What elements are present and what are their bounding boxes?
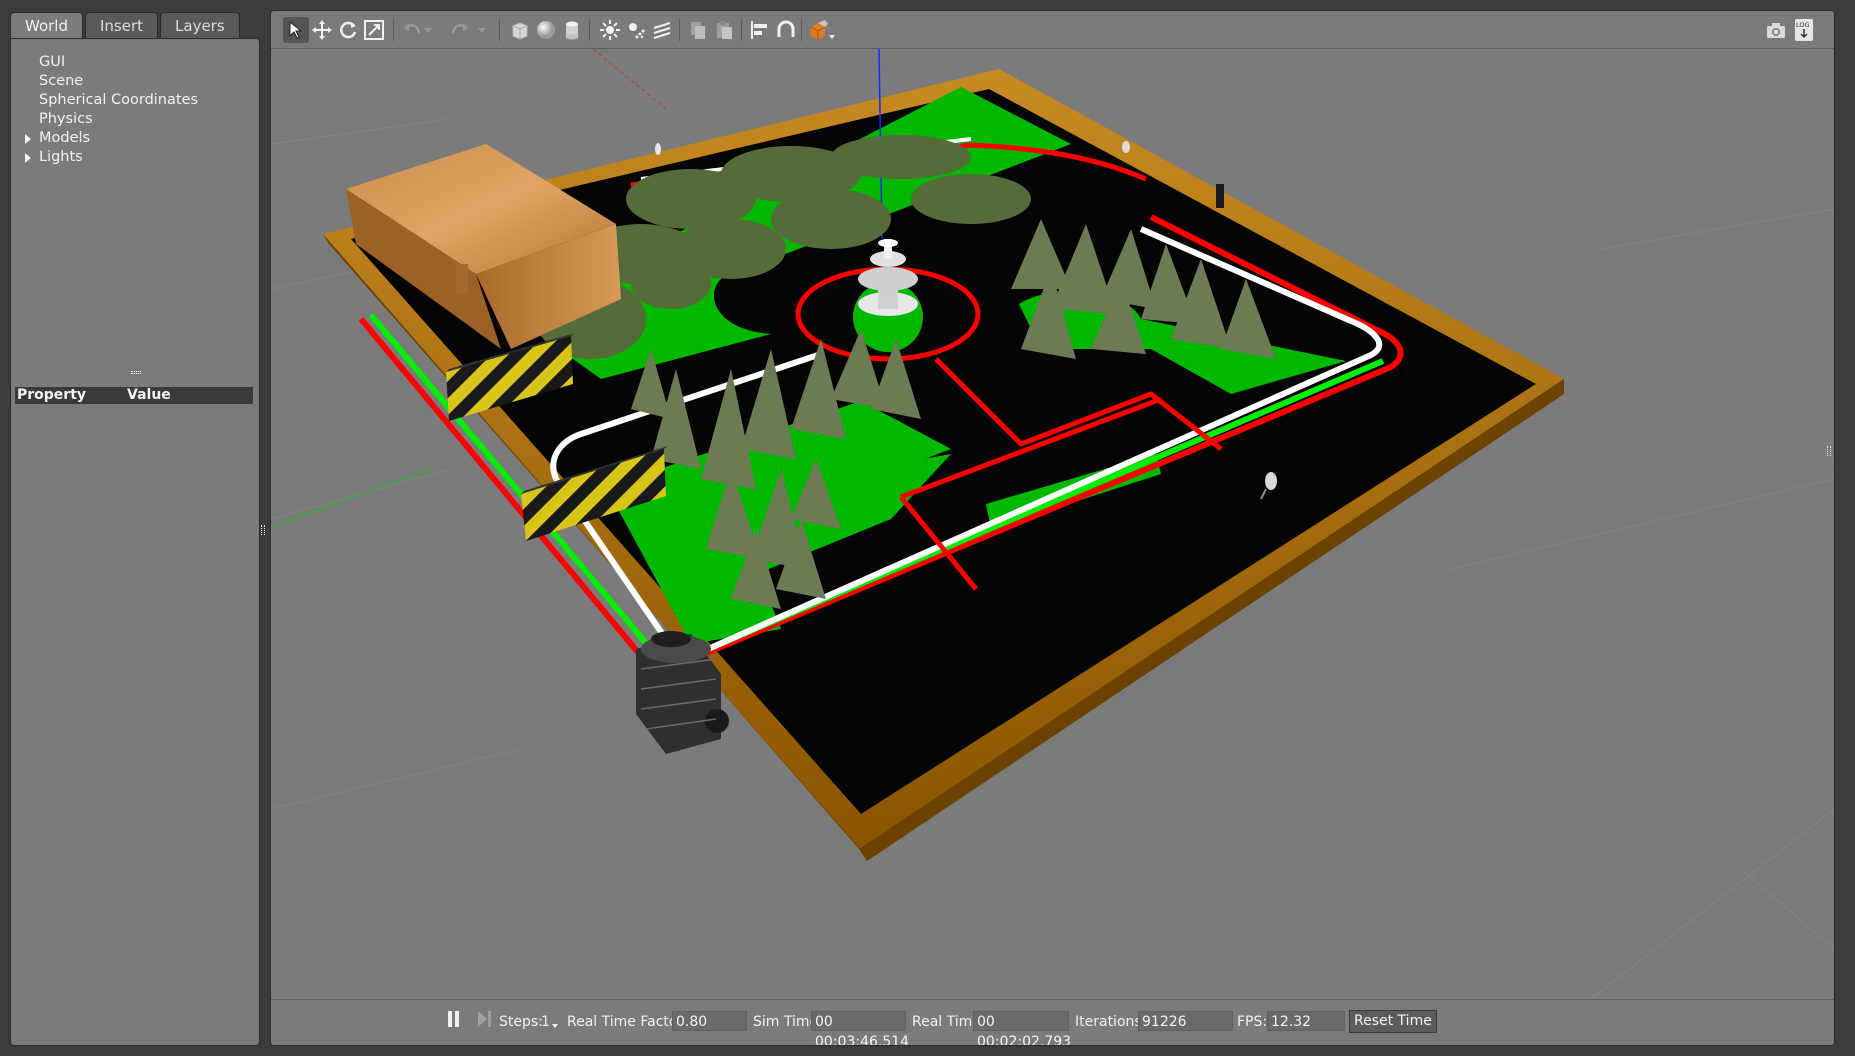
toolbar-separator bbox=[393, 19, 394, 41]
iterations-field: 91226 bbox=[1138, 1011, 1233, 1031]
tree-item-gui[interactable]: GUI bbox=[25, 53, 198, 72]
traffic-light-prop bbox=[1216, 184, 1224, 208]
cylinder-icon[interactable] bbox=[559, 17, 585, 43]
fps-label: FPS: bbox=[1237, 1014, 1268, 1030]
panel-splitter-handle[interactable] bbox=[131, 371, 141, 374]
tree-item-label: Physics bbox=[39, 111, 93, 127]
translate-icon[interactable] bbox=[309, 17, 335, 43]
toolbar-separator bbox=[741, 19, 742, 41]
expand-arrow-icon[interactable] bbox=[25, 134, 31, 144]
tab-layers[interactable]: Layers bbox=[160, 12, 240, 40]
steps-label: Steps: bbox=[499, 1014, 543, 1030]
box-icon[interactable] bbox=[507, 17, 533, 43]
steps-spinner-icon[interactable] bbox=[551, 1012, 559, 1032]
step-icon[interactable] bbox=[477, 1010, 493, 1030]
reset-time-button[interactable]: Reset Time bbox=[1349, 1010, 1437, 1033]
toolbar-separator bbox=[679, 19, 680, 41]
fps-field: 12.32 bbox=[1267, 1011, 1345, 1031]
bottom-bar: Steps: 1 Real Time Factor: 0.80 Sim Time… bbox=[271, 999, 1834, 1045]
left-panel: World Insert Layers GUI Scene Spherical … bbox=[10, 8, 265, 1046]
y-axis-line bbox=[592, 48, 667, 110]
directional-light-icon[interactable] bbox=[649, 17, 675, 43]
right-panel-collapse-handle[interactable] bbox=[1827, 446, 1831, 456]
left-panel-collapse-handle[interactable] bbox=[261, 525, 265, 535]
undo-history-icon[interactable] bbox=[421, 17, 435, 43]
expand-arrow-icon[interactable] bbox=[25, 153, 31, 163]
select-arrow-icon[interactable] bbox=[283, 17, 309, 43]
x-axis-line bbox=[271, 468, 432, 528]
real-time-field: 00 00:02:02.793 bbox=[973, 1011, 1071, 1045]
real-time-factor-label: Real Time Factor: bbox=[567, 1014, 688, 1030]
property-column-header: Property bbox=[17, 387, 87, 403]
steps-value[interactable]: 1 bbox=[541, 1012, 550, 1032]
snap-icon[interactable] bbox=[773, 17, 799, 43]
tree-item-label: Spherical Coordinates bbox=[39, 92, 199, 108]
spot-light-icon[interactable] bbox=[623, 17, 649, 43]
screenshot-icon[interactable] bbox=[1763, 17, 1789, 43]
sphere-icon[interactable] bbox=[533, 17, 559, 43]
tree-item-spherical-coordinates[interactable]: Spherical Coordinates bbox=[25, 91, 198, 110]
scale-icon[interactable] bbox=[361, 17, 387, 43]
world-tab-body: GUI Scene Spherical Coordinates Physics … bbox=[10, 38, 260, 1046]
align-icon[interactable] bbox=[747, 17, 773, 43]
tree-item-label: Models bbox=[39, 130, 91, 146]
tree-item-label: Scene bbox=[39, 73, 84, 89]
rotate-icon[interactable] bbox=[335, 17, 361, 43]
iterations-label: Iterations: bbox=[1075, 1014, 1147, 1030]
toolbar-separator bbox=[499, 19, 500, 41]
left-tabbar: World Insert Layers bbox=[10, 12, 242, 40]
tree-item-lights[interactable]: Lights bbox=[25, 148, 198, 167]
3d-viewport[interactable] bbox=[271, 48, 1834, 1000]
toolbar-separator bbox=[589, 19, 590, 41]
value-column-header: Value bbox=[127, 387, 171, 403]
world-tree: GUI Scene Spherical Coordinates Physics … bbox=[25, 53, 198, 167]
toolbar-separator bbox=[801, 19, 802, 41]
tab-world[interactable]: World bbox=[10, 12, 83, 40]
pause-icon[interactable] bbox=[447, 1010, 461, 1030]
tree-item-label: Lights bbox=[39, 149, 83, 165]
scene-render[interactable] bbox=[271, 48, 1834, 1000]
sign-prop bbox=[1122, 141, 1130, 153]
real-time-factor-field: 0.80 bbox=[672, 1011, 747, 1031]
property-table-header: Property Value bbox=[15, 387, 253, 404]
redo-icon[interactable] bbox=[447, 17, 473, 43]
log-icon[interactable]: LOG bbox=[1791, 17, 1817, 43]
tree-item-physics[interactable]: Physics bbox=[25, 110, 198, 129]
sim-time-field: 00 00:03:46.514 bbox=[811, 1011, 909, 1045]
sign-prop bbox=[655, 143, 661, 155]
tree-item-label: GUI bbox=[39, 54, 66, 70]
paste-icon[interactable] bbox=[711, 17, 737, 43]
tree-item-scene[interactable]: Scene bbox=[25, 72, 198, 91]
copy-icon[interactable] bbox=[685, 17, 711, 43]
point-light-icon[interactable] bbox=[597, 17, 623, 43]
view-angle-icon[interactable] bbox=[807, 17, 839, 43]
redo-history-icon[interactable] bbox=[475, 17, 489, 43]
main-area: LOG Steps: 1 Real Time Factor: 0.80 Sim … bbox=[270, 10, 1835, 1046]
tree-item-models[interactable]: Models bbox=[25, 129, 198, 148]
tab-insert[interactable]: Insert bbox=[85, 12, 159, 40]
stop-sign-prop bbox=[1265, 472, 1277, 490]
toolbar: LOG bbox=[271, 11, 1834, 49]
